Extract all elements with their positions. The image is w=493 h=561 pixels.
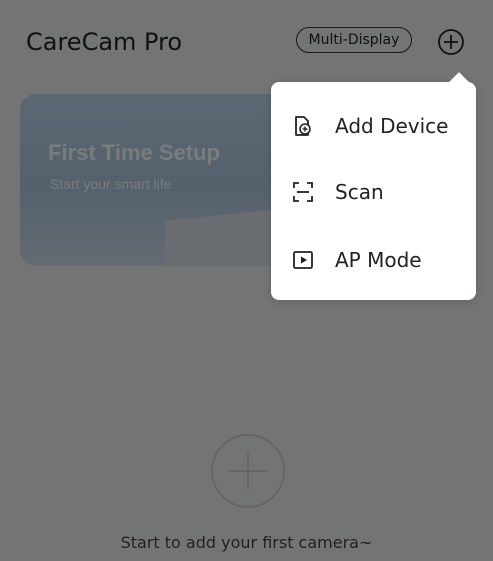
menu-item-label: Scan — [335, 180, 384, 204]
menu-item-ap-mode[interactable]: AP Mode — [271, 230, 476, 290]
scan-icon — [293, 182, 313, 202]
add-device-icon — [295, 116, 311, 136]
add-menu: Add Device Scan AP Mode — [271, 82, 476, 300]
menu-item-label: Add Device — [335, 114, 449, 138]
menu-item-label: AP Mode — [335, 248, 422, 272]
menu-item-add-device[interactable]: Add Device — [271, 96, 476, 156]
menu-item-scan[interactable]: Scan — [271, 162, 476, 222]
play-box-icon — [293, 251, 313, 269]
